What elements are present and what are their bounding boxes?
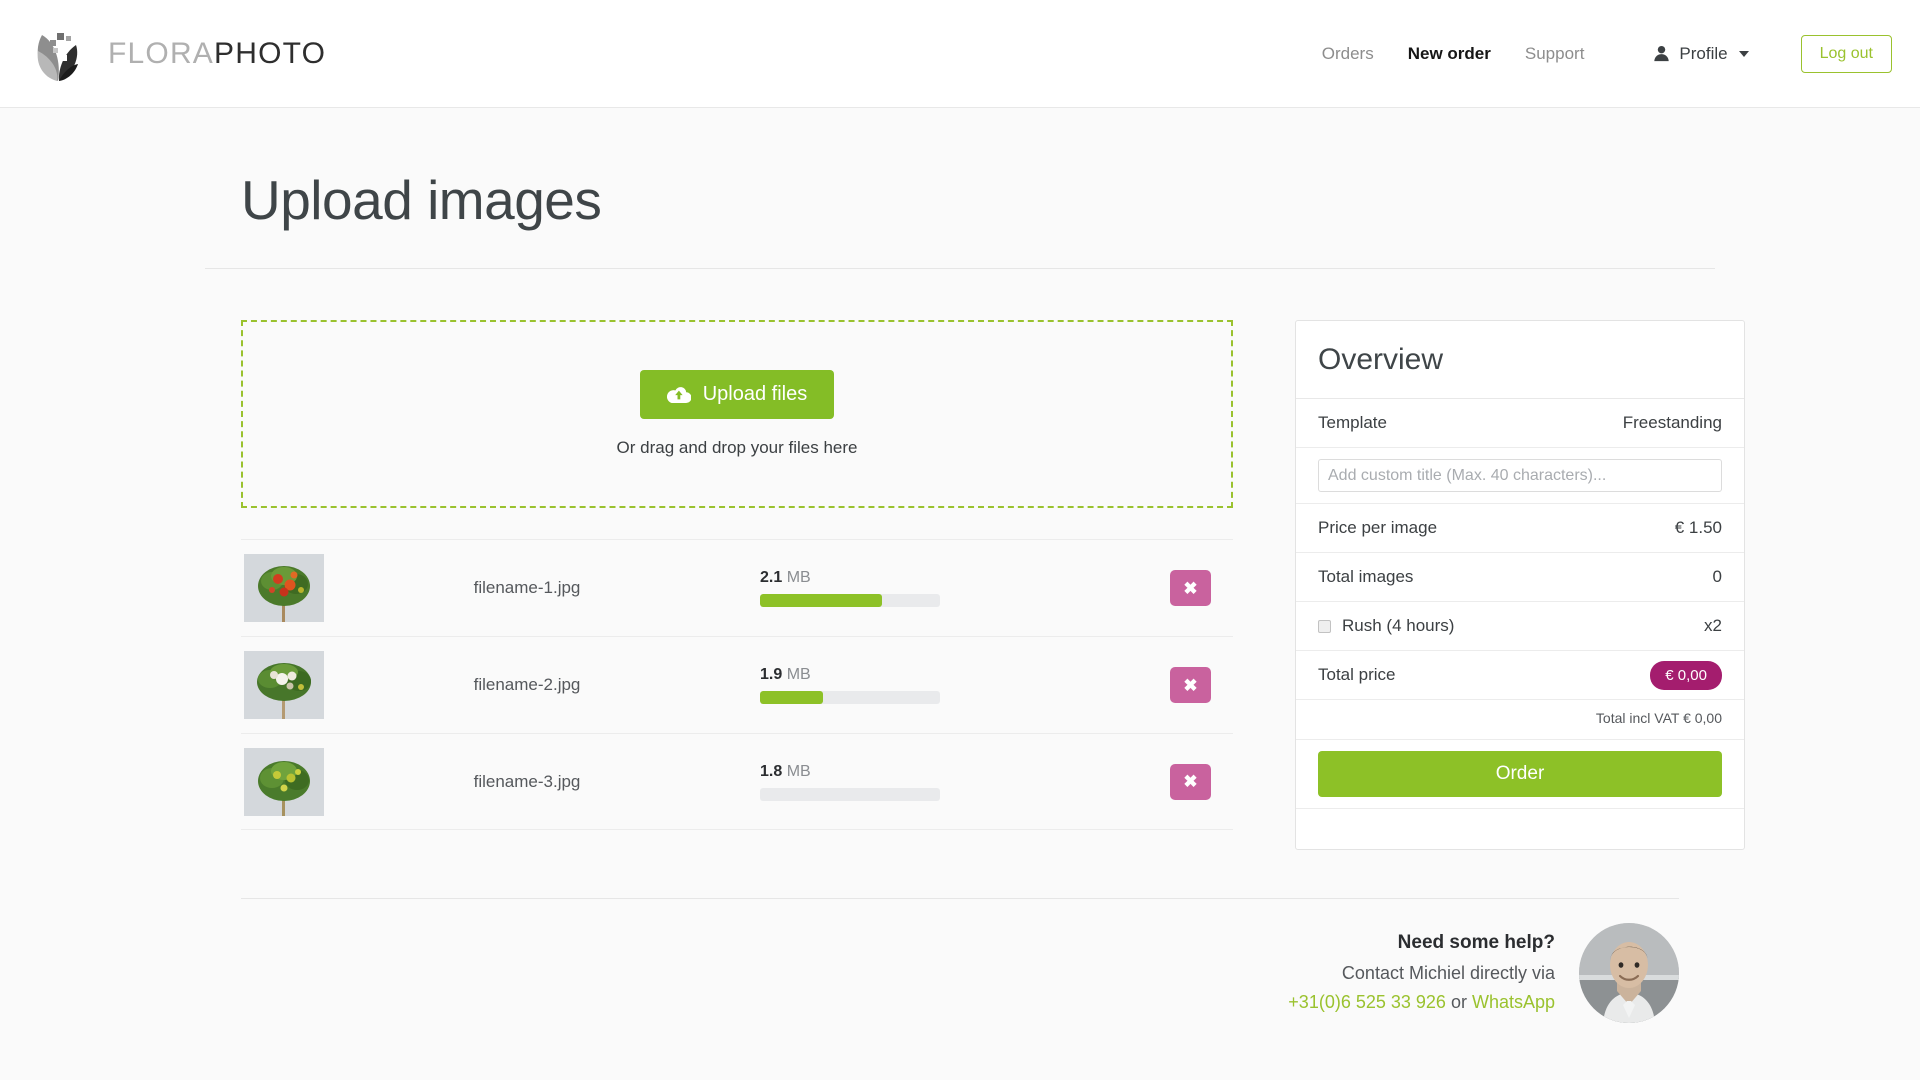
logout-button[interactable]: Log out xyxy=(1800,34,1892,73)
order-button[interactable]: Order xyxy=(1318,751,1722,797)
template-label: Template xyxy=(1318,413,1387,432)
upload-files-label: Upload files xyxy=(702,383,808,405)
file-size-unit: MB xyxy=(786,762,811,780)
upload-progress-fill xyxy=(760,594,883,607)
template-value: Freestanding xyxy=(1622,413,1722,432)
rush-multiplier: x2 xyxy=(1704,616,1722,635)
file-progress-group: 1.9 MB xyxy=(760,666,990,704)
help-title: Need some help? xyxy=(1397,932,1555,954)
file-row: filename-3.jpg 1.8 MB ✖ xyxy=(241,733,1233,830)
file-size: 2.1 MB xyxy=(760,569,990,587)
help-or: or xyxy=(1445,992,1472,1013)
file-progress-group: 1.8 MB xyxy=(760,763,990,801)
brand-wordmark: FLORAPHOTO xyxy=(108,37,326,71)
help-section: Need some help? Contact Michiel directly… xyxy=(205,899,1715,1023)
price-per-image-value: € 1.50 xyxy=(1674,518,1722,537)
nav-item-orders[interactable]: Orders xyxy=(1305,44,1391,64)
file-thumbnail xyxy=(244,651,324,719)
site-header: FLORAPHOTO Orders New order Support Prof… xyxy=(0,0,1920,108)
overview-title: Overview xyxy=(1318,343,1444,376)
main-nav: Orders New order Support Profile Log out xyxy=(1305,34,1892,73)
overview-column: Overview Template Freestanding Price per… xyxy=(1295,320,1745,850)
cloud-upload-icon xyxy=(666,385,692,404)
rush-row: Rush (4 hours) x2 xyxy=(1296,602,1744,651)
remove-file-button[interactable]: ✖ xyxy=(1170,570,1211,606)
file-size-value: 1.9 xyxy=(760,666,783,683)
upload-files-button[interactable]: Upload files xyxy=(639,370,835,419)
total-price-label: Total price xyxy=(1318,665,1396,684)
remove-file-button[interactable]: ✖ xyxy=(1170,763,1211,800)
chevron-down-icon xyxy=(1738,50,1749,57)
phone-link[interactable]: +31(0)6 525 33 926 xyxy=(1288,992,1446,1012)
file-thumbnail xyxy=(244,554,324,622)
rush-label: Rush (4 hours) xyxy=(1342,616,1455,635)
profile-menu[interactable]: Profile xyxy=(1653,43,1749,64)
brand-flora: FLORA xyxy=(108,36,215,70)
file-name: filename-2.jpg xyxy=(473,675,581,694)
whatsapp-link[interactable]: WhatsApp xyxy=(1472,992,1555,1012)
file-size-unit: MB xyxy=(786,569,811,586)
file-thumbnail xyxy=(244,747,324,816)
brand-logo[interactable]: FLORAPHOTO xyxy=(28,23,326,85)
upload-progress-bar xyxy=(760,787,940,801)
file-size-value: 1.8 xyxy=(760,762,783,780)
rush-label-group: Rush (4 hours) xyxy=(1318,616,1454,636)
file-size-value: 2.1 xyxy=(760,569,783,586)
rush-checkbox[interactable] xyxy=(1318,619,1331,633)
file-size-unit: MB xyxy=(786,666,811,683)
file-dropzone[interactable]: Upload files Or drag and drop your files… xyxy=(241,320,1233,508)
file-name: filename-3.jpg xyxy=(473,771,581,791)
upload-progress-bar xyxy=(760,594,940,607)
overview-header: Overview xyxy=(1296,321,1744,399)
nav-item-new-order[interactable]: New order xyxy=(1391,44,1508,64)
floraphoto-leaf-icon xyxy=(28,23,90,85)
total-images-label: Total images xyxy=(1318,567,1414,586)
person-icon xyxy=(1653,45,1670,62)
overview-card-footer xyxy=(1296,809,1744,849)
help-text: Need some help? Contact Michiel directly… xyxy=(1288,928,1555,1017)
total-price-badge: € 0,00 xyxy=(1650,660,1722,690)
overview-card: Overview Template Freestanding Price per… xyxy=(1295,320,1745,850)
title-divider xyxy=(205,268,1715,269)
price-per-image-row: Price per image € 1.50 xyxy=(1296,504,1744,553)
total-price-row: Total price € 0,00 xyxy=(1296,651,1744,700)
file-row: filename-2.jpg 1.9 MB ✖ xyxy=(241,636,1233,733)
file-name: filename-1.jpg xyxy=(473,578,581,597)
brand-photo: PHOTO xyxy=(214,36,327,70)
uploaded-file-list: filename-1.jpg 2.1 MB ✖ filename-2.jpg 1… xyxy=(241,539,1233,830)
support-agent-avatar xyxy=(1579,923,1679,1023)
order-row: Order xyxy=(1296,740,1744,809)
custom-title-row xyxy=(1296,448,1744,504)
upload-progress-bar xyxy=(760,691,940,704)
total-images-value: 0 xyxy=(1712,567,1722,586)
custom-title-input[interactable] xyxy=(1318,459,1722,492)
file-progress-group: 2.1 MB xyxy=(760,569,990,607)
total-images-row: Total images 0 xyxy=(1296,553,1744,602)
remove-file-button[interactable]: ✖ xyxy=(1170,667,1211,703)
content-layout: Upload files Or drag and drop your files… xyxy=(205,320,1745,850)
template-row: Template Freestanding xyxy=(1296,399,1744,448)
page-title: Upload images xyxy=(241,169,602,231)
file-row: filename-1.jpg 2.1 MB ✖ xyxy=(241,539,1233,636)
file-size: 1.9 MB xyxy=(760,666,990,684)
upload-column: Upload files Or drag and drop your files… xyxy=(241,320,1233,830)
upload-progress-fill xyxy=(760,691,823,704)
dropzone-hint: Or drag and drop your files here xyxy=(616,438,858,457)
file-size: 1.8 MB xyxy=(760,763,990,781)
page-content: Upload images Upload files Or drag and d… xyxy=(205,108,1745,1023)
help-subtitle: Contact Michiel directly via xyxy=(1341,963,1555,984)
nav-item-support[interactable]: Support xyxy=(1508,44,1602,64)
vat-note: Total incl VAT € 0,00 xyxy=(1296,700,1744,740)
help-contact-line: +31(0)6 525 33 926 or WhatsApp xyxy=(1288,988,1555,1017)
price-per-image-label: Price per image xyxy=(1318,518,1438,537)
profile-label: Profile xyxy=(1679,43,1728,63)
